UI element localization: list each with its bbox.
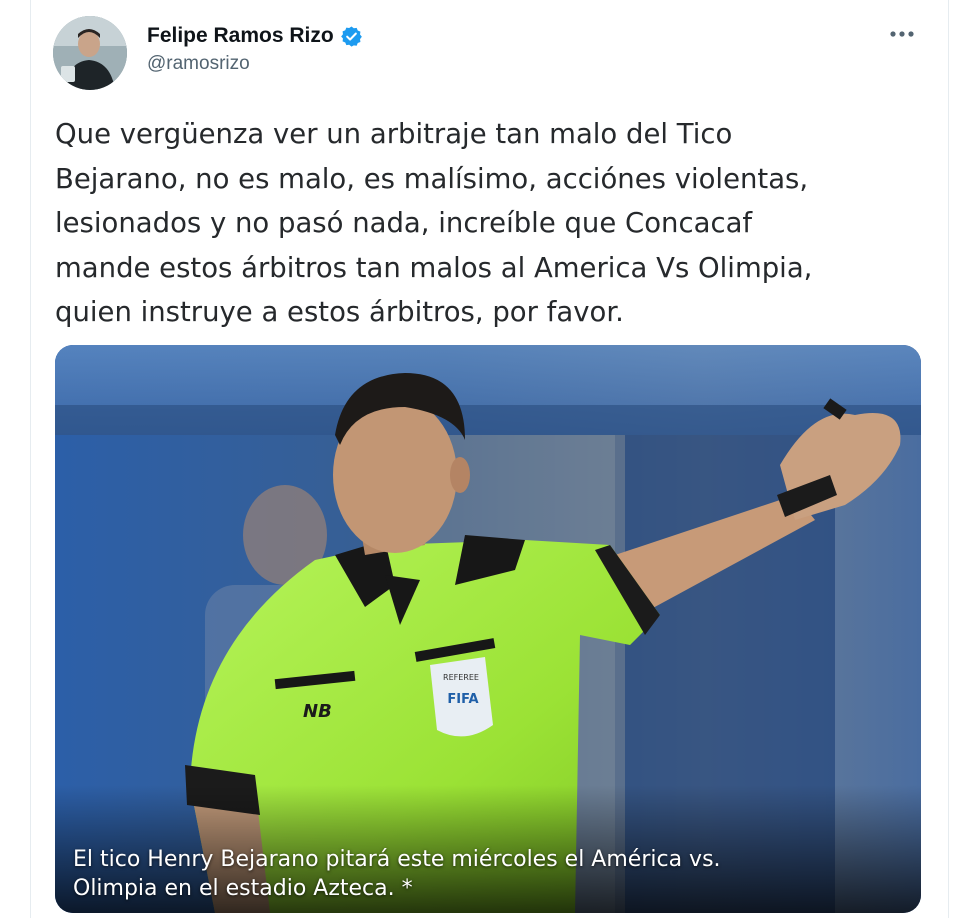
media-caption: El tico Henry Bejarano pitará este miérc… (73, 847, 721, 901)
referee-photo: REFEREE FIFA NB (55, 345, 921, 913)
author-name-row: Felipe Ramos Rizo (147, 22, 363, 50)
author-block: Felipe Ramos Rizo @ramosrizo (147, 22, 363, 75)
shirt-logo: NB (303, 701, 332, 722)
avatar[interactable] (53, 16, 127, 90)
author-handle[interactable]: @ramosrizo (147, 53, 363, 75)
tweet: Felipe Ramos Rizo @ramosrizo Que vergüen… (31, 0, 948, 918)
verified-badge-icon (340, 25, 363, 48)
badge-label-main: FIFA (447, 692, 478, 707)
badge-label-top: REFEREE (443, 673, 479, 682)
tweet-media-photo[interactable]: REFEREE FIFA NB El tico Henry Bejarano p… (55, 345, 921, 913)
tweet-text: Que vergüenza ver un arbitraje tan malo … (55, 118, 813, 328)
frame-border-right (948, 0, 949, 918)
more-options-icon[interactable] (887, 22, 917, 46)
author-display-name[interactable]: Felipe Ramos Rizo (147, 24, 334, 48)
